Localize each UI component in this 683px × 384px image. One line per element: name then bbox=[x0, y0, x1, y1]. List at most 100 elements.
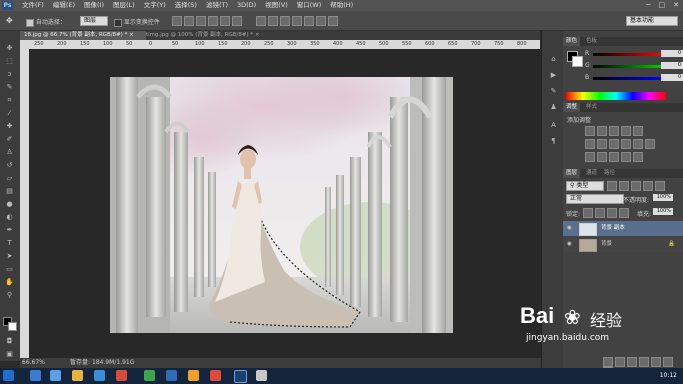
pen-tool-icon[interactable]: ✒ bbox=[4, 226, 15, 234]
start-icon[interactable] bbox=[3, 370, 14, 381]
dodge-tool-icon[interactable]: ◐ bbox=[4, 213, 15, 221]
align-bottom-icon[interactable] bbox=[196, 16, 206, 26]
taskbar-app-icon[interactable] bbox=[94, 370, 105, 381]
zoom-level[interactable]: 66.67% bbox=[22, 358, 45, 368]
menu-item-6[interactable]: 滤镜(T) bbox=[206, 1, 228, 10]
path-select-tool-icon[interactable]: ➤ bbox=[4, 252, 15, 260]
layer-style-icon[interactable] bbox=[615, 357, 625, 367]
channel-b-slider[interactable] bbox=[593, 77, 661, 80]
show-transform-checkbox[interactable] bbox=[114, 18, 122, 27]
eyedropper-tool-icon[interactable]: ⁄ bbox=[4, 109, 15, 117]
new-adjustment-icon[interactable] bbox=[639, 357, 649, 367]
menu-item-7[interactable]: 3D(D) bbox=[237, 1, 256, 10]
threshold-icon[interactable] bbox=[609, 152, 619, 162]
type-tool-icon[interactable]: T bbox=[4, 239, 15, 247]
hue-saturation-icon[interactable] bbox=[585, 139, 595, 149]
eye-icon[interactable]: ◉ bbox=[567, 221, 572, 236]
brush-tool-icon[interactable]: ✐ bbox=[4, 135, 15, 143]
layer-name[interactable]: 背景 副本 bbox=[601, 221, 625, 236]
filter-type-icon[interactable] bbox=[631, 181, 641, 191]
move-tool-icon[interactable]: ✥ bbox=[6, 16, 13, 25]
channel-b-value[interactable]: 0 bbox=[661, 74, 683, 81]
color-lookup-icon[interactable] bbox=[645, 139, 655, 149]
tab-document-2[interactable]: timg.jpg @ 100% (背景 副本, RGB/8#) * × bbox=[142, 31, 280, 40]
new-group-icon[interactable] bbox=[651, 357, 661, 367]
tab-paths[interactable]: 路径 bbox=[601, 169, 618, 178]
history-brush-tool-icon[interactable]: ↺ bbox=[4, 161, 15, 169]
paragraph-panel-icon[interactable]: ¶ bbox=[548, 137, 559, 145]
lock-paint-icon[interactable] bbox=[595, 208, 605, 218]
eye-icon[interactable]: ◉ bbox=[567, 237, 572, 252]
layer-row-1[interactable]: ◉ 背景 副本 bbox=[563, 221, 683, 236]
taskbar-app-icon[interactable] bbox=[188, 370, 199, 381]
channel-r-value[interactable]: 0 bbox=[661, 50, 683, 57]
maximize-button[interactable]: □ bbox=[659, 1, 666, 9]
tab-layers[interactable]: 图层 bbox=[563, 169, 581, 178]
move-tool-icon[interactable]: ✥ bbox=[4, 44, 15, 52]
gradient-map-icon[interactable] bbox=[621, 152, 631, 162]
background-color-swatch[interactable] bbox=[572, 56, 583, 67]
menu-item-2[interactable]: 图像(I) bbox=[84, 1, 104, 10]
marquee-tool-icon[interactable]: ⬚ bbox=[4, 57, 15, 65]
align-top-icon[interactable] bbox=[172, 16, 182, 26]
menu-item-9[interactable]: 窗口(W) bbox=[297, 1, 322, 10]
posterize-icon[interactable] bbox=[597, 152, 607, 162]
distribute-left-icon[interactable] bbox=[292, 16, 302, 26]
taskbar-app-icon[interactable] bbox=[210, 370, 221, 381]
lock-pixels-icon[interactable] bbox=[583, 208, 593, 218]
minimize-button[interactable]: ─ bbox=[646, 1, 650, 9]
menu-item-5[interactable]: 选择(S) bbox=[175, 1, 197, 10]
crop-tool-icon[interactable]: ⌗ bbox=[4, 96, 15, 104]
tab-close-icon[interactable]: × bbox=[255, 32, 260, 38]
workspace-dropdown[interactable]: 基本功能 bbox=[626, 16, 678, 26]
taskbar-app-icon[interactable] bbox=[166, 370, 177, 381]
channel-g-slider[interactable] bbox=[593, 65, 661, 68]
auto-select-dropdown[interactable]: 图层 bbox=[80, 16, 108, 26]
actions-panel-icon[interactable]: ▶ bbox=[548, 71, 559, 79]
healing-tool-icon[interactable]: ✚ bbox=[4, 122, 15, 130]
tab-color[interactable]: 颜色 bbox=[563, 37, 581, 46]
filter-smart-icon[interactable] bbox=[655, 181, 665, 191]
align-left-icon[interactable] bbox=[208, 16, 218, 26]
zoom-tool-icon[interactable]: ⚲ bbox=[4, 291, 15, 299]
taskbar-app-icon[interactable] bbox=[50, 370, 61, 381]
channel-r-slider[interactable] bbox=[593, 53, 661, 56]
link-layers-icon[interactable] bbox=[603, 357, 613, 367]
character-panel-icon[interactable]: A bbox=[548, 121, 559, 129]
taskbar-app-icon[interactable] bbox=[144, 370, 155, 381]
tab-swatches[interactable]: 色板 bbox=[583, 37, 600, 46]
black-white-icon[interactable] bbox=[609, 139, 619, 149]
photoshop-taskbar-icon[interactable] bbox=[234, 370, 247, 383]
menu-item-8[interactable]: 视图(V) bbox=[265, 1, 288, 10]
selective-color-icon[interactable] bbox=[633, 152, 643, 162]
fill-value[interactable]: 100% bbox=[653, 208, 673, 215]
photo-filter-icon[interactable] bbox=[621, 139, 631, 149]
vibrance-icon[interactable] bbox=[633, 126, 643, 136]
close-button[interactable]: ✕ bbox=[673, 1, 679, 9]
lock-position-icon[interactable] bbox=[607, 208, 617, 218]
distribute-vcenter-icon[interactable] bbox=[268, 16, 278, 26]
blur-tool-icon[interactable]: ● bbox=[4, 200, 15, 208]
align-vcenter-icon[interactable] bbox=[184, 16, 194, 26]
menu-item-3[interactable]: 图层(L) bbox=[113, 1, 135, 10]
curves-icon[interactable] bbox=[609, 126, 619, 136]
filter-shape-icon[interactable] bbox=[643, 181, 653, 191]
distribute-top-icon[interactable] bbox=[256, 16, 266, 26]
menu-item-10[interactable]: 帮助(H) bbox=[330, 1, 353, 10]
distribute-right-icon[interactable] bbox=[316, 16, 326, 26]
tab-styles[interactable]: 样式 bbox=[583, 103, 600, 112]
auto-select-checkbox[interactable] bbox=[26, 18, 34, 27]
filter-adjust-icon[interactable] bbox=[619, 181, 629, 191]
clone-stamp-tool-icon[interactable]: ♙ bbox=[4, 148, 15, 156]
levels-icon[interactable] bbox=[597, 126, 607, 136]
eraser-tool-icon[interactable]: ▱ bbox=[4, 174, 15, 182]
quick-select-tool-icon[interactable]: ✎ bbox=[4, 83, 15, 91]
align-right-icon[interactable] bbox=[232, 16, 242, 26]
align-hcenter-icon[interactable] bbox=[220, 16, 230, 26]
taskbar-app-icon[interactable] bbox=[30, 370, 41, 381]
exposure-icon[interactable] bbox=[621, 126, 631, 136]
channel-g-value[interactable]: 0 bbox=[661, 62, 683, 69]
hand-tool-icon[interactable]: ✋ bbox=[4, 278, 15, 286]
tab-close-icon[interactable]: × bbox=[129, 32, 134, 38]
layer-name[interactable]: 背景 bbox=[601, 237, 612, 252]
